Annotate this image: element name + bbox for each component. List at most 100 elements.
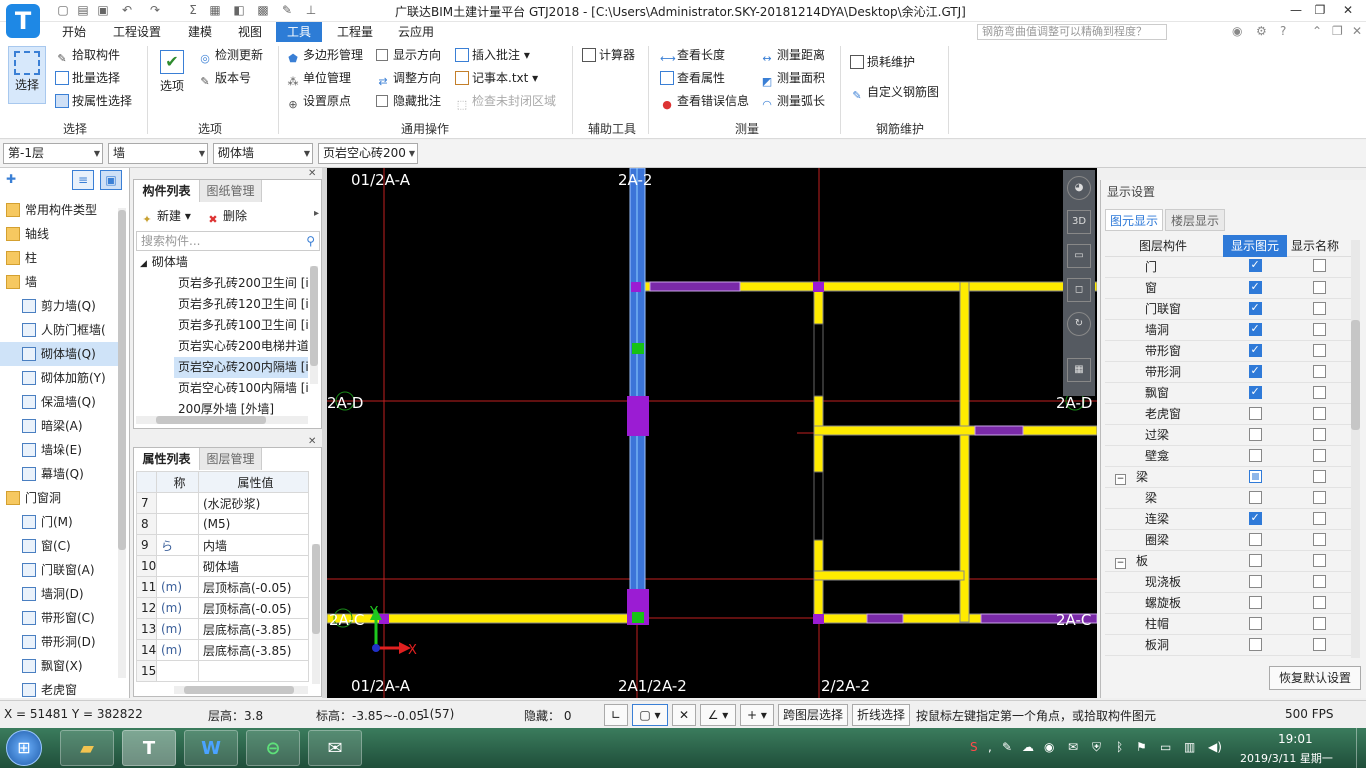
gtj-task[interactable]: T (122, 730, 176, 766)
show-name-checkbox[interactable] (1312, 637, 1326, 651)
checkbox[interactable] (376, 49, 388, 61)
snap-toggle[interactable]: ▢ ▾ (632, 704, 668, 726)
nav-scrollbar[interactable] (118, 208, 126, 678)
display-scrollbar[interactable] (1351, 240, 1360, 658)
property-value[interactable] (198, 660, 309, 682)
property-hscrollbar[interactable] (174, 686, 308, 694)
check-unclosed-button[interactable]: ⬚ 检查未封闭区域 (455, 93, 556, 112)
rotate-icon[interactable]: ↻ (1067, 312, 1091, 336)
show-direction-checkbox[interactable]: 显示方向 (376, 47, 441, 63)
show-element-checkbox[interactable] (1248, 490, 1262, 504)
view-length-button[interactable]: ⟷查看长度 (660, 47, 725, 66)
table-row[interactable]: 8 (M5) (136, 513, 309, 535)
sidebar-item[interactable]: 门窗洞 (0, 486, 118, 510)
help-icon[interactable]: ? (1280, 24, 1286, 38)
show-name-checkbox[interactable] (1312, 259, 1326, 273)
component-group[interactable]: ◢ 砌体墙 (140, 252, 310, 273)
sidebar-item[interactable]: 砌体加筋(Y) (0, 366, 118, 390)
show-name-checkbox[interactable] (1312, 427, 1326, 441)
table-row[interactable]: 10 砌体墙 (136, 555, 309, 577)
sidebar-item[interactable]: 暗梁(A) (0, 414, 118, 438)
box-view-icon[interactable]: ◻ (1067, 278, 1091, 302)
show-element-checkbox[interactable] (1248, 616, 1262, 630)
volume-icon[interactable]: ◀) (1208, 740, 1222, 754)
sidebar-item[interactable]: 门联窗(A) (0, 558, 118, 582)
list-item[interactable]: 页岩空心砖200内隔墙 [i (174, 357, 308, 378)
show-name-checkbox[interactable] (1312, 364, 1326, 378)
show-element-checkbox[interactable] (1248, 280, 1262, 294)
floor-select[interactable]: 第-1层 ▼ (3, 143, 103, 164)
tool-icon[interactable]: ✎ (280, 3, 294, 17)
set-origin-button[interactable]: ⊕ 设置原点 (286, 93, 351, 112)
wall[interactable] (813, 425, 1097, 436)
type-select[interactable]: 砌体墙 ▼ (213, 143, 313, 164)
show-name-checkbox[interactable] (1312, 322, 1326, 336)
component-select[interactable]: 页岩空心砖200 ▼ (318, 143, 418, 164)
tab-layer-manage[interactable]: 图层管理 (200, 448, 262, 470)
tab-drawing-manage[interactable]: 图纸管理 (200, 180, 262, 202)
drawing-canvas[interactable]: 01/2A-A 2A-2 2A-D 2A-D 2A-C 2A-C 01/2A-A… (327, 168, 1097, 698)
tab-component-list[interactable]: 构件列表 (134, 180, 200, 202)
restore-default-button[interactable]: 恢复默认设置 (1269, 666, 1361, 690)
list-item[interactable]: 页岩多孔砖120卫生间 [i (174, 294, 308, 315)
app-logo[interactable]: T (6, 4, 40, 38)
column[interactable] (813, 282, 824, 292)
cloud-icon[interactable]: ☁ (1022, 740, 1034, 754)
table-row[interactable]: 12 (m) 层顶标高(-0.05) (136, 597, 309, 619)
sidebar-item[interactable]: 幕墙(Q) (0, 462, 118, 486)
ime-icon[interactable]: S (970, 740, 978, 754)
restore-doc-icon[interactable]: ❐ (1332, 24, 1343, 38)
show-element-checkbox[interactable] (1248, 258, 1262, 273)
show-name-checkbox[interactable] (1312, 595, 1326, 609)
calculator-button[interactable]: 计算器 (582, 47, 635, 63)
hide-annotation-checkbox[interactable]: 隐藏批注 (376, 93, 441, 109)
property-value[interactable]: (M5) (198, 513, 309, 535)
wps-task[interactable]: W (184, 730, 238, 766)
browser-task[interactable]: ⊖ (246, 730, 300, 766)
show-name-checkbox[interactable] (1312, 553, 1326, 567)
show-element-checkbox[interactable] (1248, 553, 1262, 567)
sidebar-item[interactable]: 人防门框墙( (0, 318, 118, 342)
view-property-button[interactable]: 查看属性 (660, 70, 725, 86)
list-view-icon[interactable]: ≡ (72, 170, 94, 190)
open-file-icon[interactable]: ▤ (76, 3, 90, 17)
property-value[interactable]: 内墙 (198, 534, 309, 556)
batch-select-button[interactable]: 批量选择 (55, 70, 120, 86)
show-name-checkbox[interactable] (1312, 385, 1326, 399)
save-icon[interactable]: ▣ (96, 3, 110, 17)
network-icon[interactable]: ▥ (1184, 740, 1195, 754)
tab-property-list[interactable]: 属性列表 (134, 448, 200, 470)
window[interactable] (866, 613, 904, 624)
help-search-input[interactable]: 钢筋弯曲值调整可以精确到程度？ (977, 24, 1167, 40)
explorer-task[interactable]: ▰ (60, 730, 114, 766)
delete-component-button[interactable]: ✖ 删除 (206, 208, 247, 227)
window[interactable] (649, 281, 741, 292)
show-name-checkbox[interactable] (1312, 406, 1326, 420)
column[interactable] (631, 282, 641, 292)
show-element-checkbox[interactable] (1248, 322, 1262, 336)
show-element-checkbox[interactable] (1248, 574, 1262, 588)
new-component-button[interactable]: ✦ 新建 ▾ (140, 208, 190, 227)
show-name-checkbox[interactable] (1312, 301, 1326, 315)
user-icon[interactable]: ◉ (1232, 24, 1242, 38)
list-item[interactable]: 页岩多孔砖200卫生间 [i (174, 273, 308, 294)
table-row[interactable]: 11 (m) 层顶标高(-0.05) (136, 576, 309, 598)
property-scrollbar[interactable] (312, 544, 320, 684)
show-name-checkbox[interactable] (1312, 280, 1326, 294)
menu-tools[interactable]: 工具 (276, 22, 322, 42)
undo-icon[interactable]: ↶ (120, 3, 134, 17)
show-name-checkbox[interactable] (1312, 343, 1326, 357)
sidebar-item[interactable]: 保温墙(Q) (0, 390, 118, 414)
select-big-button[interactable]: 选择 (8, 46, 46, 104)
sidebar-item[interactable]: 门(M) (0, 510, 118, 534)
menu-project-settings[interactable]: 工程设置 (106, 22, 168, 42)
table-row[interactable]: 14 (m) 层底标高(-3.85) (136, 639, 309, 661)
grip-point[interactable] (632, 343, 644, 354)
show-element-checkbox[interactable] (1248, 595, 1262, 609)
checkbox[interactable] (376, 95, 388, 107)
polygon-manage-button[interactable]: ⬟ 多边形管理 (286, 47, 363, 66)
show-element-checkbox[interactable] (1248, 427, 1262, 441)
table-row[interactable]: 13 (m) 层底标高(-3.85) (136, 618, 309, 640)
table-row[interactable]: 9 ら内墙 (136, 534, 309, 556)
property-value[interactable]: 砌体墙 (198, 555, 309, 577)
